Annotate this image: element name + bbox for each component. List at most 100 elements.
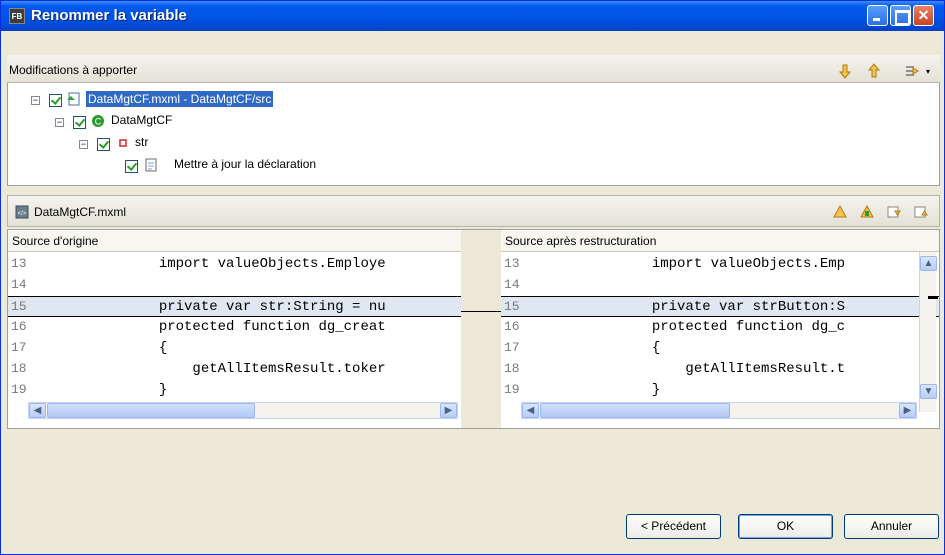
tree-label-update-declaration: Mettre à jour la déclaration [174, 157, 317, 171]
diff-gutter [461, 252, 501, 428]
minimize-button[interactable] [867, 5, 888, 26]
class-icon: C [92, 115, 104, 127]
copy-all-left-icon[interactable] [832, 204, 848, 220]
compare-file-name: DataMgtCF.mxml [34, 205, 127, 219]
checkbox-update-declaration[interactable] [125, 160, 138, 173]
mxml-file-icon: </> [15, 205, 29, 219]
previous-difference-icon[interactable] [913, 204, 929, 220]
ok-button[interactable]: OK [738, 514, 833, 539]
line-number: 18 [11, 361, 27, 376]
code-text: protected function dg_creat [58, 319, 386, 335]
scroll-up-icon[interactable]: ▲ [920, 256, 937, 271]
code-text: getAllItemsResult.t [551, 361, 846, 377]
checkbox-class[interactable] [73, 116, 86, 129]
close-button[interactable]: ✕ [913, 5, 934, 26]
original-source-title: Source d'origine [12, 234, 99, 248]
next-difference-icon[interactable] [886, 204, 902, 220]
svg-text:</>: </> [18, 211, 27, 217]
collapse-icon[interactable]: − [55, 118, 64, 127]
diff-connector [461, 311, 501, 312]
maximize-icon [891, 6, 910, 25]
scroll-thumb[interactable] [540, 403, 730, 418]
close-icon: ✕ [917, 7, 930, 23]
code-line: 16 protected function dg_c [501, 317, 939, 338]
previous-button[interactable]: < Précédent [626, 514, 721, 539]
line-number: 13 [504, 256, 520, 271]
filter-dropdown-icon[interactable]: ▾ [926, 67, 930, 76]
refactored-source-title: Source après restructuration [505, 234, 657, 248]
compare-viewer: Source d'origine 13 import valueObjects.… [7, 229, 940, 429]
line-number: 19 [504, 382, 520, 397]
collapse-icon[interactable]: − [79, 140, 88, 149]
tree-label-field: str [135, 135, 149, 149]
maximize-button[interactable] [890, 5, 911, 26]
code-line: 19 } [501, 380, 939, 401]
code-text: import valueObjects.Employe [58, 256, 386, 272]
copy-change-left-icon[interactable] [859, 204, 875, 220]
line-number: 15 [504, 299, 520, 314]
refactored-vscrollbar[interactable]: ▲ ▼ [919, 252, 937, 412]
code-line: 17 { [501, 338, 939, 359]
original-source-header: Source d'origine [8, 230, 461, 252]
next-change-icon[interactable] [837, 63, 853, 79]
code-line: 19 } [8, 380, 461, 401]
tree-label-class: DataMgtCF [111, 113, 173, 127]
scroll-thumb[interactable] [47, 403, 255, 418]
code-text: getAllItemsResult.toker [58, 361, 386, 377]
edit-doc-icon [145, 158, 157, 172]
code-line: 14 [8, 275, 461, 296]
line-number: 17 [504, 340, 520, 355]
line-number: 19 [11, 382, 27, 397]
minimize-icon [868, 6, 887, 25]
tree-label-file: DataMgtCF.mxml - DataMgtCF/src [86, 91, 274, 107]
file-icon [67, 92, 80, 106]
cancel-button[interactable]: Annuler [844, 514, 939, 539]
code-text: } [551, 382, 661, 398]
code-line: 14 [501, 275, 939, 296]
changes-section-title: Modifications à apporter [9, 63, 138, 77]
flash-builder-icon: FB [9, 8, 25, 24]
window-title: Renommer la variable [31, 7, 187, 24]
title-bar[interactable]: FB Renommer la variable ✕ [1, 1, 944, 31]
line-number: 13 [11, 256, 27, 271]
scroll-right-icon[interactable]: ▶ [899, 403, 916, 418]
line-number: 16 [11, 319, 27, 334]
file-compare-header: </> DataMgtCF.mxml [7, 195, 940, 227]
code-text: { [58, 340, 168, 356]
code-text: private var str:String = nu [58, 299, 386, 315]
line-number: 17 [11, 340, 27, 355]
field-icon [119, 139, 127, 147]
code-line: 15 private var str:String = nu [8, 296, 461, 317]
scroll-right-icon[interactable]: ▶ [440, 403, 457, 418]
code-line: 13 import valueObjects.Employe [8, 254, 461, 275]
code-line: 18 getAllItemsResult.t [501, 359, 939, 380]
svg-text:C: C [95, 117, 102, 127]
checkbox-file[interactable] [49, 94, 62, 107]
scroll-left-icon[interactable]: ◀ [29, 403, 46, 418]
scroll-down-icon[interactable]: ▼ [920, 384, 937, 399]
code-line: 13 import valueObjects.Emp [501, 254, 939, 275]
overview-marker [928, 296, 938, 299]
refactored-source-pane: Source après restructuration 13 import v… [501, 230, 939, 428]
code-text: protected function dg_c [551, 319, 846, 335]
code-line: 18 getAllItemsResult.toker [8, 359, 461, 380]
original-hscrollbar[interactable]: ◀ ▶ [28, 402, 458, 419]
original-source-pane: Source d'origine 13 import valueObjects.… [8, 230, 461, 428]
code-text: import valueObjects.Emp [551, 256, 846, 272]
line-number: 14 [504, 277, 520, 292]
changes-header [7, 55, 940, 83]
line-number: 18 [504, 361, 520, 376]
code-text: } [58, 382, 168, 398]
line-number: 16 [504, 319, 520, 334]
code-line: 16 protected function dg_creat [8, 317, 461, 338]
checkbox-field[interactable] [97, 138, 110, 151]
line-number: 15 [11, 299, 27, 314]
filter-changes-icon[interactable] [904, 63, 920, 79]
refactored-source-header: Source après restructuration [501, 230, 939, 252]
previous-change-icon[interactable] [866, 63, 882, 79]
collapse-icon[interactable]: − [31, 96, 40, 105]
line-number: 14 [11, 277, 27, 292]
scroll-left-icon[interactable]: ◀ [522, 403, 539, 418]
refactored-hscrollbar[interactable]: ◀ ▶ [521, 402, 917, 419]
code-line: 15 private var strButton:S [501, 296, 939, 317]
